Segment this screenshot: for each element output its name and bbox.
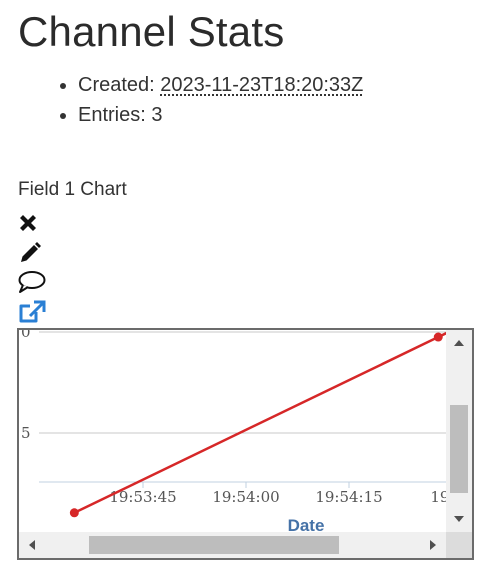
entries-value: 3 [151, 104, 163, 126]
scroll-down-icon[interactable] [454, 516, 464, 522]
page-title: Channel Stats [18, 8, 285, 55]
field-chart-title: Field 1 Chart [18, 179, 127, 200]
scroll-right-icon[interactable] [430, 540, 436, 550]
vertical-scrollbar[interactable] [446, 330, 472, 532]
series-line [73, 331, 446, 514]
close-icon[interactable] [17, 212, 47, 238]
horizontal-scrollbar[interactable] [19, 532, 446, 558]
line-chart: 19:53:4519:54:0019:54:1519:54 05 Date [21, 330, 446, 532]
scroll-left-icon[interactable] [29, 540, 35, 550]
data-point[interactable] [69, 508, 79, 518]
scroll-up-icon[interactable] [454, 340, 464, 346]
created-label: Created: [78, 74, 155, 96]
scrollbar-corner [446, 532, 472, 558]
chart-frame: 19:53:4519:54:0019:54:1519:54 05 Date [17, 328, 474, 560]
external-link-icon[interactable] [17, 299, 47, 325]
pencil-icon[interactable] [17, 240, 47, 266]
x-axis-title: Date [288, 516, 325, 532]
chart-grid [39, 331, 446, 434]
entries-item: Entries: 3 [78, 100, 363, 130]
horizontal-scroll-thumb[interactable] [89, 536, 339, 554]
vertical-scroll-thumb[interactable] [450, 405, 468, 493]
y-tick-label: 5 [21, 424, 31, 442]
x-tick-label: 19:54:00 [212, 488, 279, 506]
x-tick-label: 19:54:15 [315, 488, 382, 506]
created-item: Created: 2023-11-23T18:20:33Z [78, 70, 363, 100]
created-value: 2023-11-23T18:20:33Z [160, 74, 364, 96]
entries-label: Entries: [78, 104, 146, 126]
x-tick-label: 19:54 [430, 488, 446, 506]
y-tick-label: 0 [21, 330, 31, 341]
x-axis: 19:53:4519:54:0019:54:1519:54 [39, 481, 446, 506]
stats-list: Created: 2023-11-23T18:20:33Z Entries: 3 [60, 70, 363, 130]
data-point[interactable] [433, 332, 443, 342]
comment-icon[interactable] [17, 269, 47, 295]
y-tick-labels: 05 [21, 330, 31, 442]
